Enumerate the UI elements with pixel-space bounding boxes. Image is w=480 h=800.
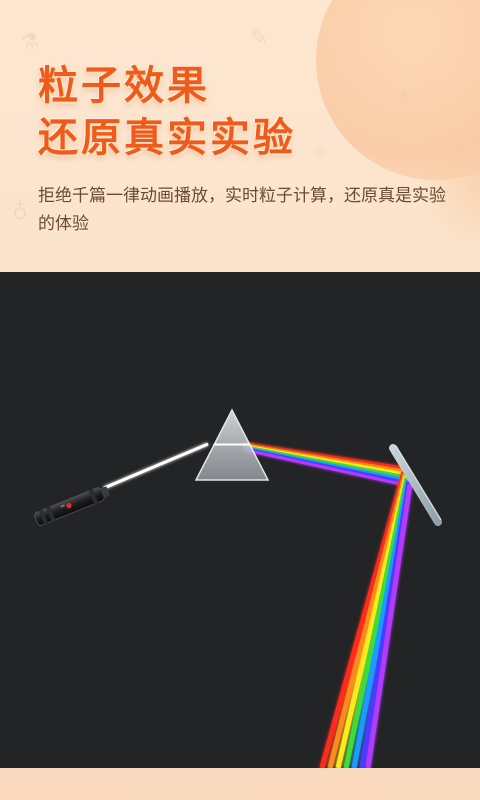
decor-doodle: ⚗ <box>20 30 40 55</box>
decor-doodle: ✦ <box>395 84 414 109</box>
reflected-spectrum <box>319 471 413 768</box>
laser-pen[interactable] <box>33 483 111 527</box>
experiment-scene[interactable] <box>0 272 480 768</box>
decor-doodle: ✎ <box>250 26 269 51</box>
page-title: 粒子效果 <box>38 63 210 109</box>
decor-doodle: ♁ <box>12 200 29 225</box>
dispersed-spectrum <box>244 442 412 488</box>
white-light-beam <box>103 442 209 490</box>
page-subtitle: 拒绝千篇一律动画播放，实时粒子计算，还原真是实验的体验 <box>38 186 446 234</box>
page-title-line2: 还原真实实验 <box>38 115 296 161</box>
promo-header: ⚗ ✎ ⚛ ♁ ✦ 粒子效果 还原真实实验 拒绝千篇一律动画播放，实时粒子计算，… <box>0 0 480 272</box>
experiment-canvas[interactable] <box>0 272 480 768</box>
decor-doodle: ⚛ <box>310 140 330 165</box>
